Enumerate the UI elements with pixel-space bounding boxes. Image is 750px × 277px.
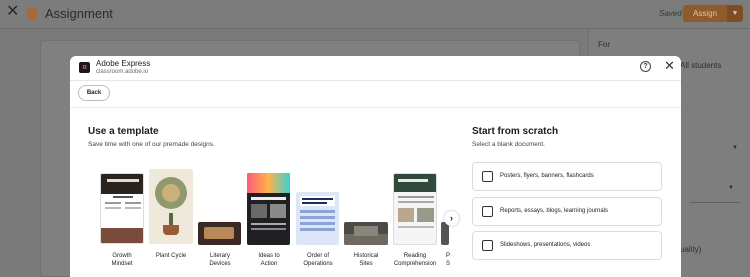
scratch-option-reports[interactable]: Reports, essays, blogs, learning journal… (472, 197, 662, 226)
template-label: Historical Sites (353, 253, 379, 267)
template-thumbnail-literary-devices[interactable] (198, 222, 241, 245)
dialog-app-name: Adobe Express (96, 59, 151, 68)
saved-status: Saved (659, 9, 682, 18)
template-thumbnail-reading-comprehension[interactable] (393, 173, 437, 245)
video-icon (482, 240, 493, 251)
template-label: Plant Cycle (155, 253, 187, 259)
template-thumbnail-growth-mindset[interactable] (100, 173, 144, 244)
quality-label: uality) (680, 245, 702, 254)
assignment-icon (27, 8, 37, 20)
poster-icon (482, 171, 493, 182)
template-thumbnail-plant-cycle[interactable] (149, 169, 193, 244)
scratch-option-label: Slideshows, presentations, videos (500, 242, 591, 248)
templates-heading: Use a template (88, 126, 159, 137)
template-label: Ideas to Action (258, 253, 280, 267)
close-icon[interactable]: ✕ (6, 4, 20, 20)
scratch-option-slideshows[interactable]: Slideshows, presentations, videos (472, 231, 662, 260)
dialog-header: α Adobe Express classroom.adobe.io ? ✕ (70, 56, 681, 81)
document-icon (482, 206, 493, 217)
for-label: For (598, 40, 610, 49)
scratch-option-label: Reports, essays, blogs, learning journal… (500, 208, 609, 214)
students-select[interactable]: All students (680, 61, 721, 70)
scratch-option-label: Posters, flyers, banners, flashcards (500, 173, 594, 179)
template-thumbnail-historical-sites[interactable] (344, 222, 388, 245)
divider (70, 107, 681, 108)
template-label: PS (446, 253, 451, 267)
help-icon[interactable]: ? (640, 61, 651, 72)
adobe-express-dialog: α Adobe Express classroom.adobe.io ? ✕ B… (70, 56, 681, 277)
assign-dropdown-button[interactable]: ▼ (727, 5, 743, 22)
close-icon[interactable]: ✕ (664, 59, 675, 73)
chevron-right-icon[interactable]: › (444, 211, 459, 226)
template-label: Growth Mindset (111, 253, 133, 267)
scratch-subtitle: Select a blank document. (472, 141, 545, 148)
template-thumbnail-order-of-operations[interactable] (296, 192, 339, 245)
scratch-heading: Start from scratch (472, 126, 559, 137)
field-underline (690, 202, 740, 203)
back-button[interactable]: Back (78, 85, 110, 101)
templates-subtitle: Save time with one of our premade design… (88, 141, 215, 148)
template-thumbnail-ideas-to-action[interactable] (247, 173, 290, 245)
dialog-app-url: classroom.adobe.io (96, 69, 149, 75)
template-label: Reading Comprehension (393, 253, 437, 267)
template-label: Order of Operations (303, 253, 333, 267)
adobe-express-logo-icon: α (79, 62, 90, 73)
page-title: Assignment (45, 6, 113, 21)
assign-button[interactable]: Assign (683, 5, 727, 22)
template-label: Literary Devices (209, 253, 231, 267)
chevron-down-icon[interactable]: ▼ (728, 185, 734, 191)
chevron-down-icon[interactable]: ▼ (732, 145, 738, 151)
scratch-option-posters[interactable]: Posters, flyers, banners, flashcards (472, 162, 662, 191)
